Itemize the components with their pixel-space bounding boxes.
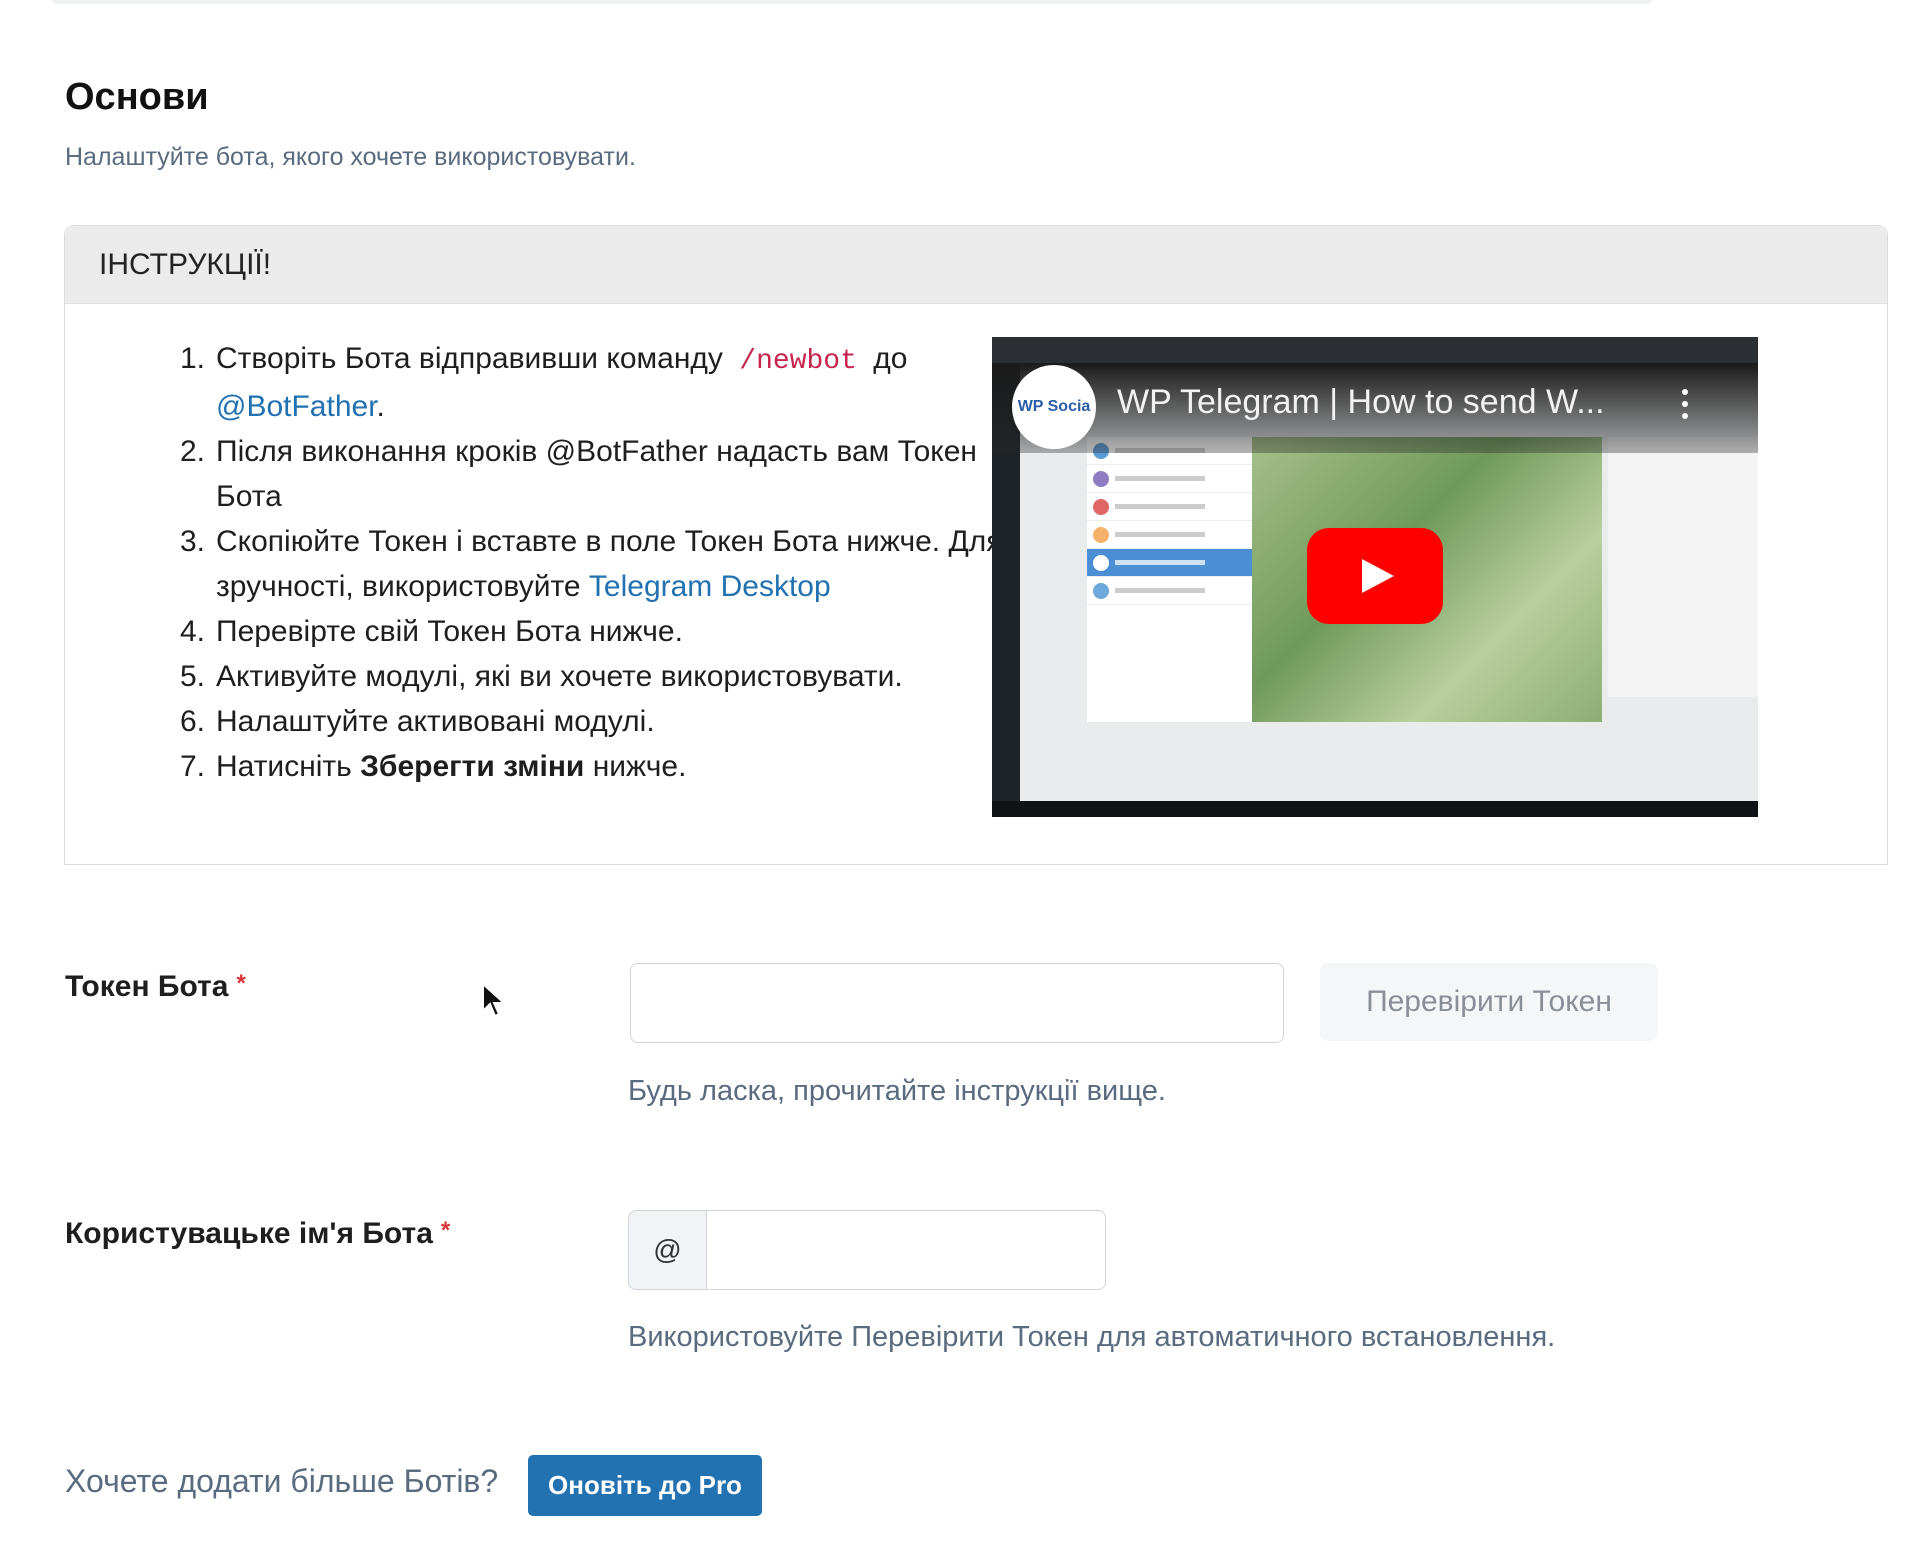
video-chat-row (1087, 549, 1252, 577)
video-chat-row (1087, 577, 1252, 605)
save-changes-bold: Зберегти зміни (360, 750, 585, 783)
step-item: 4. Перевірте свій Токен Бота нижче. (180, 609, 1010, 654)
bot-username-input[interactable] (706, 1210, 1106, 1290)
instructions-header: ІНСТРУКЦІЇ! (65, 226, 1887, 304)
video-taskbar (992, 801, 1758, 817)
step-text-part: . (376, 390, 385, 423)
step-number: 4. (180, 615, 206, 648)
bot-username-help: Використовуйте Перевірити Токен для авто… (628, 1321, 1556, 1353)
step-text-part: нижче. (592, 750, 687, 783)
at-prefix: @ (628, 1210, 706, 1290)
video-title[interactable]: WP Telegram | How to send W... (1117, 383, 1605, 422)
step-number: 5. (180, 660, 206, 693)
required-asterisk: * (236, 970, 246, 997)
step-text: Активуйте модулі, які ви хочете використ… (216, 660, 903, 693)
botfather-link[interactable]: @BotFather (216, 390, 377, 423)
step-number: 7. (180, 750, 206, 783)
more-options-icon[interactable] (1682, 389, 1688, 425)
bot-token-label: Токен Бота * (65, 970, 246, 1004)
step-text-part: Натисніть (216, 750, 352, 783)
upgrade-pro-button[interactable]: Оновіть до Pro (528, 1455, 762, 1516)
step-number: 2. (180, 435, 206, 468)
step-text: Створіть Бота відправивши команду /newbo… (216, 336, 1010, 429)
bot-token-help: Будь ласка, прочитайте інструкції вище. (628, 1075, 1166, 1107)
video-chat-row (1087, 521, 1252, 549)
video-chat-list (1087, 437, 1252, 722)
step-number: 1. (180, 342, 206, 375)
video-chat-row (1087, 493, 1252, 521)
bot-username-group: @ (628, 1210, 1106, 1290)
step-text: Налаштуйте активовані модулі. (216, 705, 655, 738)
step-number: 6. (180, 705, 206, 738)
instructions-panel: ІНСТРУКЦІЇ! 1. Створіть Бота відправивши… (64, 225, 1888, 865)
step-text: Після виконання кроків @BotFather надаст… (216, 435, 977, 513)
step-text: Натисніть Зберегти зміни нижче. (216, 744, 1010, 789)
newbot-command: /newbot (739, 346, 857, 377)
bot-username-label-text: Користувацьке ім'я Бота (65, 1217, 433, 1250)
step-item: 2. Після виконання кроків @BotFather над… (180, 429, 1010, 519)
more-bots-text: Хочете додати більше Ботів? (65, 1463, 499, 1499)
step-text-part: Створіть Бота відправивши команду (216, 342, 723, 375)
bot-username-label: Користувацьке ім'я Бота * (65, 1217, 450, 1251)
step-text-part: до (873, 342, 908, 375)
step-text: Перевірте свій Токен Бота нижче. (216, 615, 683, 648)
step-item: 7. Натисніть Зберегти зміни нижче. (180, 744, 1010, 789)
section-title: Основи (65, 76, 209, 118)
required-asterisk: * (440, 1217, 451, 1244)
section-description: Налаштуйте бота, якого хочете використов… (65, 143, 636, 171)
telegram-desktop-link[interactable]: Telegram Desktop (589, 570, 831, 603)
video-right-panel (1608, 437, 1758, 697)
step-text: Скопіюйте Токен і вставте в поле Токен Б… (216, 519, 1010, 609)
step-number: 3. (180, 525, 206, 558)
tutorial-video[interactable]: WP Socia WP Telegram | How to send W... (992, 337, 1758, 817)
video-browser-bar (992, 337, 1758, 363)
bot-token-input[interactable] (630, 963, 1284, 1043)
step-item: 3. Скопіюйте Токен і вставте в поле Токе… (180, 519, 1010, 609)
channel-logo[interactable]: WP Socia (1012, 365, 1096, 449)
step-item: 5. Активуйте модулі, які ви хочете викор… (180, 654, 1010, 699)
check-token-button[interactable]: Перевірити Токен (1320, 963, 1658, 1041)
video-chat-row (1087, 465, 1252, 493)
instructions-steps: 1. Створіть Бота відправивши команду /ne… (180, 336, 1010, 789)
step-item: 1. Створіть Бота відправивши команду /ne… (180, 336, 1010, 429)
step-item: 6. Налаштуйте активовані модулі. (180, 699, 1010, 744)
play-button-icon[interactable] (1307, 528, 1443, 624)
top-divider (52, 0, 1652, 4)
bot-token-label-text: Токен Бота (65, 970, 229, 1003)
